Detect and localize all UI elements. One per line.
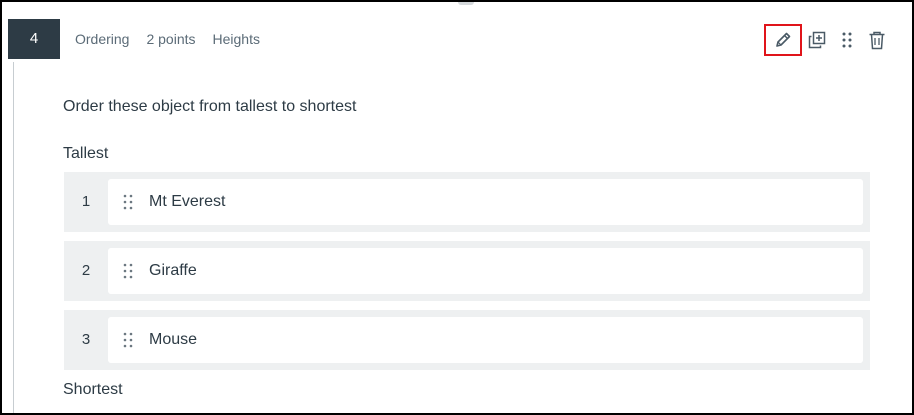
duplicate-button[interactable] (802, 25, 832, 55)
left-border-rule (13, 62, 14, 413)
question-panel: 4 Ordering 2 points Heights Order these … (0, 0, 914, 415)
pencil-icon (773, 30, 793, 50)
question-toolbar (764, 24, 892, 56)
item-label: Mt Everest (149, 193, 226, 210)
draggable-answer-card[interactable]: Giraffe (108, 248, 863, 294)
drag-handle-icon[interactable] (123, 331, 141, 349)
top-label: Tallest (63, 145, 109, 162)
draggable-answer-card[interactable]: Mt Everest (108, 179, 863, 225)
item-label: Giraffe (149, 262, 197, 279)
question-prompt: Order these object from tallest to short… (63, 98, 357, 115)
question-number-badge: 4 (8, 19, 60, 59)
drag-handle-icon[interactable] (123, 262, 141, 280)
item-label: Mouse (149, 331, 198, 348)
list-item: 3 Mouse (64, 310, 870, 370)
list-item: 1 Mt Everest (64, 172, 870, 232)
item-position: 2 (81, 262, 91, 279)
question-points: 2 points (146, 31, 196, 47)
question-type: Ordering (75, 31, 130, 47)
question-title: Heights (212, 31, 260, 47)
draggable-answer-card[interactable]: Mouse (108, 317, 863, 363)
ordering-list: 1 Mt Everest 2 Giraffe 3 Mouse (64, 172, 870, 379)
delete-button[interactable] (862, 25, 892, 55)
bottom-label: Shortest (63, 381, 123, 398)
item-position: 3 (81, 331, 91, 348)
list-item: 2 Giraffe (64, 241, 870, 301)
top-handle (458, 2, 474, 5)
duplicate-icon (807, 30, 827, 50)
move-button[interactable] (832, 25, 862, 55)
drag-handle-icon[interactable] (123, 193, 141, 211)
item-position: 1 (81, 193, 91, 210)
drag-handle-icon (841, 30, 853, 50)
edit-button[interactable] (764, 24, 802, 56)
trash-icon (868, 30, 886, 50)
question-meta: Ordering 2 points Heights (75, 31, 260, 47)
